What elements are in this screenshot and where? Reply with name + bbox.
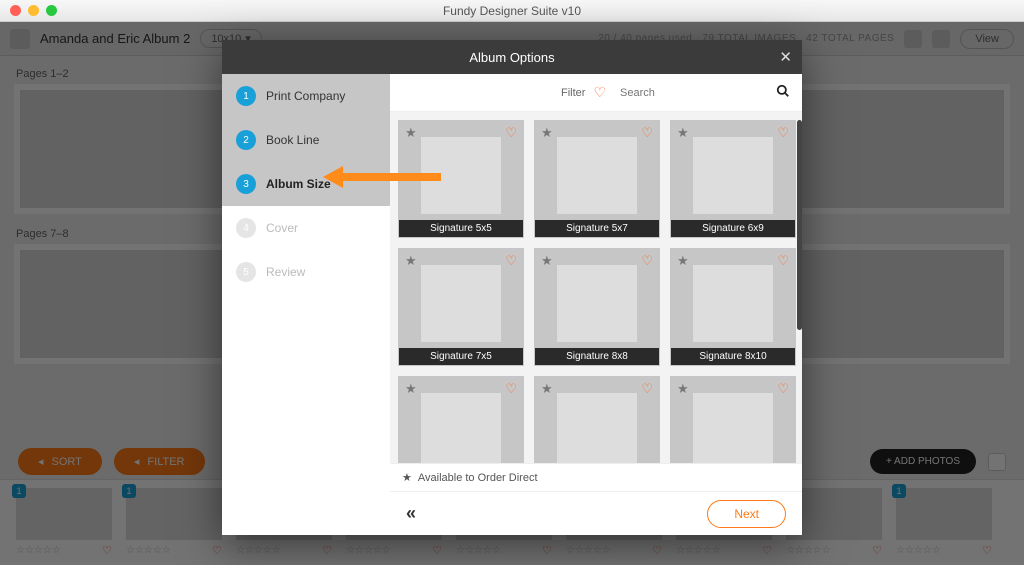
modal-header: Album Options ✕ <box>222 40 802 74</box>
star-icon: ★ <box>405 381 417 397</box>
size-thumb <box>557 137 637 214</box>
star-icon: ★ <box>677 125 689 141</box>
close-dot[interactable] <box>10 5 21 16</box>
size-grid: ★♡Signature 5x5★♡Signature 5x7★♡Signatur… <box>398 120 796 463</box>
size-card[interactable]: ★ ♡ Signature 5x5 <box>398 120 524 238</box>
size-card[interactable]: ★ ♡ Signature 5x7 <box>534 120 660 238</box>
star-icon: ★ <box>405 253 417 269</box>
window-title: Fundy Designer Suite v10 <box>0 4 1024 18</box>
step-print-company[interactable]: 1Print Company <box>222 74 390 118</box>
star-icon: ★ <box>541 125 553 141</box>
star-icon: ★ <box>677 381 689 397</box>
step-review[interactable]: 5Review <box>222 250 390 294</box>
favorite-icon[interactable]: ♡ <box>641 125 653 141</box>
favorite-icon[interactable]: ♡ <box>641 381 653 397</box>
minimize-dot[interactable] <box>28 5 39 16</box>
size-thumb <box>693 265 773 342</box>
star-icon: ★ <box>677 253 689 269</box>
modal-title: Album Options <box>469 50 554 65</box>
favorite-icon[interactable]: ♡ <box>505 381 517 397</box>
album-options-modal: Album Options ✕ 1Print Company 2Book Lin… <box>222 40 802 535</box>
size-thumb <box>693 393 773 463</box>
size-card[interactable]: ★ ♡ Signature 8x8 <box>534 248 660 366</box>
size-card[interactable]: ★ ♡ Signature 7x5 <box>398 248 524 366</box>
size-card[interactable]: ★♡ <box>670 376 796 463</box>
size-card[interactable]: ★ ♡ Signature 6x9 <box>670 120 796 238</box>
search-icon[interactable] <box>776 84 790 101</box>
modal-toolbar: Filter ♡ <box>390 74 802 112</box>
size-thumb <box>557 393 637 463</box>
size-card[interactable]: ★♡ <box>398 376 524 463</box>
size-thumb <box>421 137 501 214</box>
size-label: Signature 8x8 <box>535 348 659 365</box>
filter-label: Filter <box>561 87 585 99</box>
favorite-icon[interactable]: ♡ <box>505 253 517 269</box>
star-icon: ★ <box>541 253 553 269</box>
favorite-icon[interactable]: ♡ <box>641 253 653 269</box>
size-label: Signature 5x5 <box>399 220 523 237</box>
size-label: Signature 7x5 <box>399 348 523 365</box>
size-label: Signature 6x9 <box>671 220 795 237</box>
step-album-size[interactable]: 3Album Size <box>222 162 390 206</box>
first-page-icon[interactable]: « <box>406 503 410 524</box>
size-thumb <box>693 137 773 214</box>
step-book-line[interactable]: 2Book Line <box>222 118 390 162</box>
favorite-icon[interactable]: ♡ <box>777 125 789 141</box>
star-icon: ★ <box>541 381 553 397</box>
size-thumb <box>421 393 501 463</box>
size-label: Signature 5x7 <box>535 220 659 237</box>
favorite-icon[interactable]: ♡ <box>777 253 789 269</box>
favorite-icon[interactable]: ♡ <box>505 125 517 141</box>
size-thumb <box>421 265 501 342</box>
heart-icon[interactable]: ♡ <box>593 84 606 101</box>
close-icon[interactable]: ✕ <box>779 48 792 66</box>
size-thumb <box>557 265 637 342</box>
size-label: Signature 8x10 <box>671 348 795 365</box>
favorite-icon[interactable]: ♡ <box>777 381 789 397</box>
step-sidebar: 1Print Company 2Book Line 3Album Size 4C… <box>222 74 390 535</box>
zoom-dot[interactable] <box>46 5 57 16</box>
scrollbar[interactable] <box>797 120 802 330</box>
size-card[interactable]: ★♡ <box>534 376 660 463</box>
next-button[interactable]: Next <box>707 500 786 528</box>
legend: ★Available to Order Direct <box>390 463 802 491</box>
size-card[interactable]: ★ ♡ Signature 8x10 <box>670 248 796 366</box>
star-icon: ★ <box>405 125 417 141</box>
step-cover[interactable]: 4Cover <box>222 206 390 250</box>
search-input[interactable] <box>614 82 768 104</box>
mac-titlebar: Fundy Designer Suite v10 <box>0 0 1024 22</box>
